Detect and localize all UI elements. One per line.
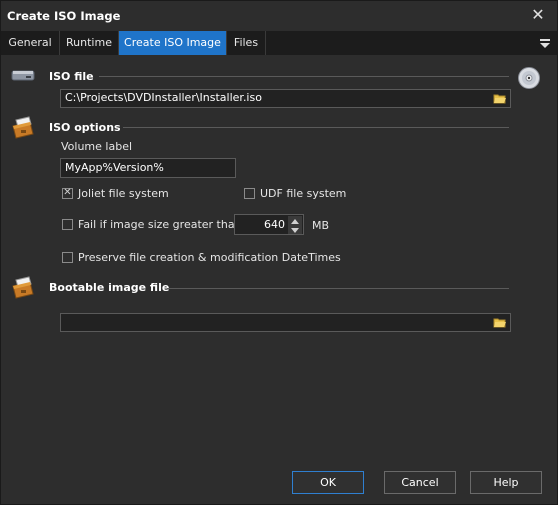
- close-icon[interactable]: ✕: [529, 6, 547, 24]
- tab-menu-icon[interactable]: [537, 35, 553, 51]
- checkmark-icon: ✕: [63, 187, 72, 198]
- udf-checkbox[interactable]: [244, 188, 255, 199]
- title-bar: Create ISO Image ✕: [1, 1, 557, 31]
- iso-file-path-value: C:\Projects\DVDInstaller\Installer.iso: [65, 91, 262, 104]
- section-divider: [167, 288, 509, 289]
- help-button[interactable]: Help: [470, 471, 542, 494]
- volume-label-caption: Volume label: [61, 140, 133, 153]
- iso-file-path-input[interactable]: C:\Projects\DVDInstaller\Installer.iso: [60, 89, 511, 108]
- tab-files[interactable]: Files: [227, 31, 266, 55]
- dialog-window: Create ISO Image ✕ General Runtime Creat…: [0, 0, 558, 505]
- fail-size-label: Fail if image size greater than:: [78, 218, 246, 231]
- bootable-section-title: Bootable image file: [49, 281, 170, 294]
- tab-bar: General Runtime Create ISO Image Files: [1, 31, 557, 55]
- section-divider: [99, 76, 509, 77]
- window-title: Create ISO Image: [7, 9, 121, 23]
- volume-label-input[interactable]: MyApp%Version%: [60, 158, 236, 178]
- folder-open-icon[interactable]: [492, 90, 508, 106]
- iso-options-section-title: ISO options: [49, 121, 121, 134]
- cd-disc-icon: [517, 66, 541, 93]
- cancel-button[interactable]: Cancel: [384, 471, 456, 494]
- drive-icon: [11, 67, 35, 86]
- size-unit-label: MB: [312, 219, 330, 232]
- fail-size-checkbox[interactable]: [62, 219, 73, 230]
- volume-label-value: MyApp%Version%: [65, 161, 164, 174]
- tab-general[interactable]: General: [1, 31, 60, 55]
- spin-up-icon[interactable]: [288, 216, 302, 225]
- bootable-path-input[interactable]: [60, 313, 511, 332]
- filebox-icon: [10, 276, 36, 303]
- size-limit-stepper[interactable]: 640: [234, 214, 304, 235]
- joliet-label: Joliet file system: [78, 187, 169, 200]
- joliet-checkbox[interactable]: ✕: [62, 187, 73, 199]
- spin-down-icon[interactable]: [288, 225, 302, 234]
- size-limit-value: 640: [264, 218, 285, 231]
- folder-open-icon[interactable]: [492, 314, 508, 330]
- tab-runtime[interactable]: Runtime: [60, 31, 119, 55]
- preserve-datetimes-label: Preserve file creation & modification Da…: [78, 251, 341, 264]
- filebox-icon: [10, 116, 36, 143]
- ok-button[interactable]: OK: [292, 471, 364, 494]
- iso-file-section-title: ISO file: [49, 70, 94, 83]
- preserve-datetimes-checkbox[interactable]: [62, 252, 73, 263]
- tab-create-iso-image[interactable]: Create ISO Image: [119, 31, 227, 55]
- section-divider: [123, 127, 509, 128]
- udf-label: UDF file system: [260, 187, 347, 200]
